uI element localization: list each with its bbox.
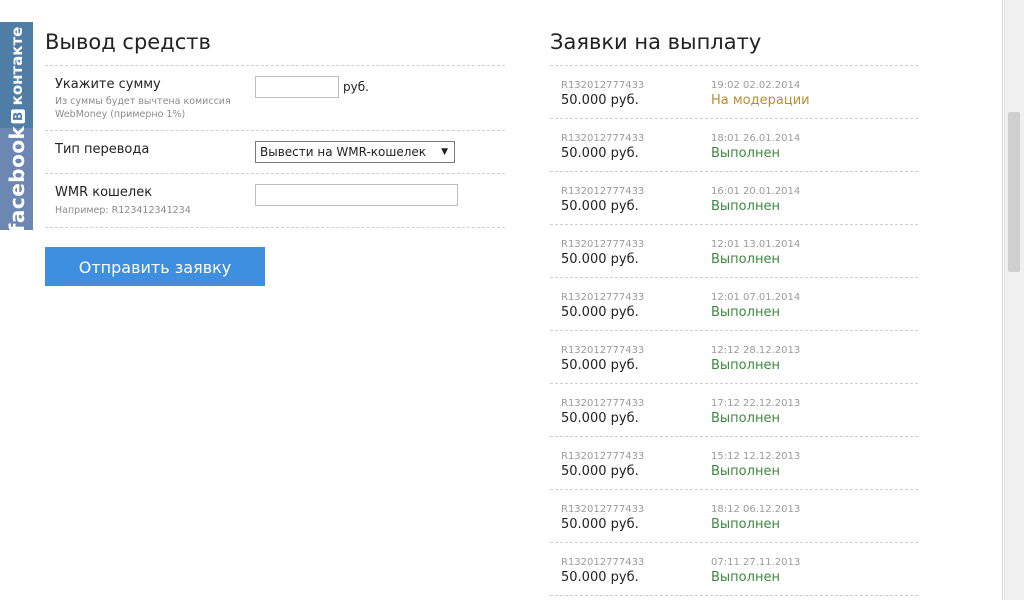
request-status: На модерации <box>711 93 810 108</box>
request-status: Выполнен <box>711 358 780 373</box>
request-account: R132012777433 <box>561 292 645 303</box>
request-status: Выполнен <box>711 517 780 532</box>
request-amount: 50.000 руб. <box>561 305 639 320</box>
scrollbar-thumb[interactable] <box>1008 112 1020 272</box>
request-amount: 50.000 руб. <box>561 93 639 108</box>
request-row: R132012777433 50.000 руб. 07:11 27.11.2013… <box>550 543 918 596</box>
request-account: R132012777433 <box>561 186 645 197</box>
withdraw-form: Вывод средств Укажите сумму Из суммы буд… <box>45 30 505 286</box>
request-status: Выполнен <box>711 411 780 426</box>
transfer-type-label: Тип перевода <box>55 142 150 157</box>
wallet-row: WMR кошелек Например: R123412341234 <box>45 173 505 228</box>
amount-label: Укажите сумму <box>55 77 161 92</box>
withdraw-title: Вывод средств <box>45 30 211 54</box>
request-datetime: 07:11 27.11.2013 <box>711 557 801 568</box>
amount-row: Укажите сумму Из суммы будет вычтена ком… <box>45 65 505 130</box>
vertical-scrollbar[interactable] <box>1004 0 1024 600</box>
request-row: R132012777433 50.000 руб. 18:01 26.01.2014… <box>550 119 918 172</box>
request-amount: 50.000 руб. <box>561 252 639 267</box>
facebook-share-tab[interactable]: facebook <box>0 125 33 233</box>
vk-tab-label: Вконтакте <box>8 27 26 124</box>
request-account: R132012777433 <box>561 557 645 568</box>
amount-unit: руб. <box>343 80 369 94</box>
request-row: R132012777433 50.000 руб. 18:12 06.12.2013… <box>550 490 918 543</box>
amount-input[interactable] <box>255 76 339 98</box>
requests-list: R132012777433 50.000 руб. 19:02 02.02.2014… <box>550 65 918 596</box>
request-datetime: 12:01 07.01.2014 <box>711 292 801 303</box>
request-datetime: 16:01 20.01.2014 <box>711 186 801 197</box>
request-amount: 50.000 руб. <box>561 146 639 161</box>
wallet-label: WMR кошелек <box>55 185 153 200</box>
requests-title: Заявки на выплату <box>550 30 762 54</box>
request-status: Выполнен <box>711 464 780 479</box>
vk-logo-icon: В <box>10 109 24 124</box>
request-datetime: 18:12 06.12.2013 <box>711 504 801 515</box>
request-amount: 50.000 руб. <box>561 358 639 373</box>
request-row: R132012777433 50.000 руб. 19:02 02.02.2014… <box>550 66 918 119</box>
request-datetime: 19:02 02.02.2014 <box>711 80 801 91</box>
transfer-type-row: Тип перевода Вывести на WMR-кошелек ▼ <box>45 130 505 173</box>
transfer-type-select[interactable]: Вывести на WMR-кошелек ▼ <box>255 141 455 163</box>
request-account: R132012777433 <box>561 239 645 250</box>
request-datetime: 18:01 26.01.2014 <box>711 133 801 144</box>
request-amount: 50.000 руб. <box>561 570 639 585</box>
dropdown-arrow-icon: ▼ <box>441 147 448 157</box>
request-account: R132012777433 <box>561 133 645 144</box>
request-datetime: 15:12 12.12.2013 <box>711 451 801 462</box>
request-amount: 50.000 руб. <box>561 199 639 214</box>
amount-hint: Из суммы будет вычтена комиссия WebMoney… <box>55 96 231 120</box>
vk-label-text: контакте <box>7 26 26 106</box>
request-status: Выполнен <box>711 146 780 161</box>
request-row: R132012777433 50.000 руб. 12:01 13.01.2014… <box>550 225 918 278</box>
request-account: R132012777433 <box>561 398 645 409</box>
request-account: R132012777433 <box>561 504 645 515</box>
request-amount: 50.000 руб. <box>561 464 639 479</box>
request-status: Выполнен <box>711 305 780 320</box>
request-row: R132012777433 50.000 руб. 16:01 20.01.2014… <box>550 172 918 225</box>
request-status: Выполнен <box>711 570 780 585</box>
request-amount: 50.000 руб. <box>561 411 639 426</box>
wallet-hint: Например: R123412341234 <box>55 205 191 216</box>
request-row: R132012777433 50.000 руб. 12:12 28.12.2013… <box>550 331 918 384</box>
payout-requests-panel: Заявки на выплату R132012777433 50.000 ру… <box>550 30 918 596</box>
request-row: R132012777433 50.000 руб. 15:12 12.12.2013… <box>550 437 918 490</box>
request-account: R132012777433 <box>561 451 645 462</box>
vk-share-tab[interactable]: Вконтакте <box>0 22 33 128</box>
request-status: Выполнен <box>711 252 780 267</box>
request-row: R132012777433 50.000 руб. 17:12 22.12.2013… <box>550 384 918 437</box>
request-datetime: 12:12 28.12.2013 <box>711 345 801 356</box>
request-amount: 50.000 руб. <box>561 517 639 532</box>
request-status: Выполнен <box>711 199 780 214</box>
request-account: R132012777433 <box>561 80 645 91</box>
request-row: R132012777433 50.000 руб. 12:01 07.01.2014… <box>550 278 918 331</box>
transfer-type-value: Вывести на WMR-кошелек <box>260 145 427 159</box>
page-border <box>1002 0 1003 600</box>
request-datetime: 12:01 13.01.2014 <box>711 239 801 250</box>
wallet-input[interactable] <box>255 184 458 206</box>
facebook-tab-label: facebook <box>4 125 29 233</box>
request-datetime: 17:12 22.12.2013 <box>711 398 801 409</box>
submit-request-button[interactable]: Отправить заявку <box>45 247 265 286</box>
request-account: R132012777433 <box>561 345 645 356</box>
